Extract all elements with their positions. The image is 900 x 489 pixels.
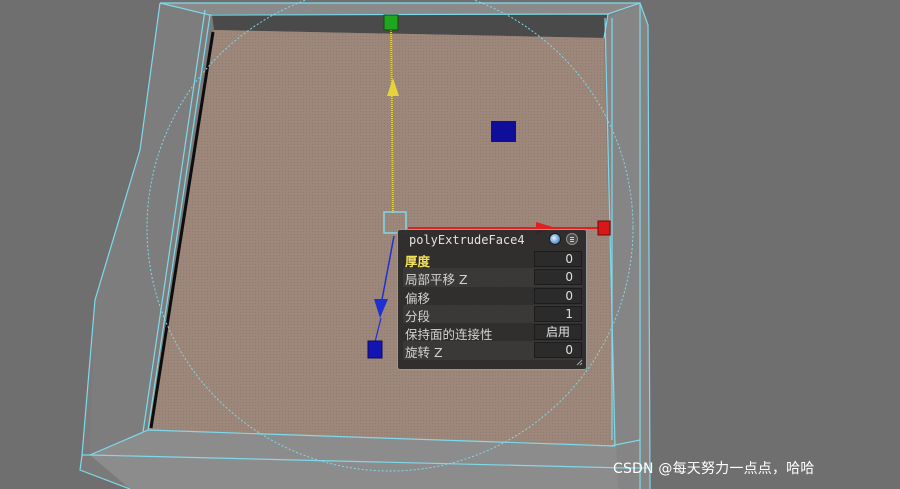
z-scale-handle[interactable] xyxy=(367,340,383,359)
attr-row-divisions[interactable]: 分段 1 xyxy=(403,304,582,324)
attr-row-rotate-z[interactable]: 旋转 Z 0 xyxy=(403,341,582,361)
attr-value-field[interactable]: 0 xyxy=(534,342,582,359)
attr-value-field[interactable]: 0 xyxy=(534,269,582,286)
attr-row-thickness[interactable]: 厚度 0 xyxy=(403,250,582,269)
in-view-editor-panel: polyExtrudeFace4 厚度 0 局部平移 Z 0 偏移 0 分段 1 xyxy=(397,229,587,370)
attr-row-local-translate-z[interactable]: 局部平移 Z 0 xyxy=(403,268,582,288)
panel-header: polyExtrudeFace4 xyxy=(398,230,586,249)
y-scale-handle[interactable] xyxy=(383,14,399,31)
node-toggle-icon[interactable] xyxy=(549,233,561,245)
watermark-text: CSDN @每天努力一点点，哈哈 xyxy=(613,461,815,477)
resize-grip-icon[interactable] xyxy=(576,359,583,366)
selected-face-marker xyxy=(491,121,516,142)
attr-row-offset[interactable]: 偏移 0 xyxy=(403,287,582,306)
attr-label: 偏移 xyxy=(405,290,431,306)
attr-label: 局部平移 Z xyxy=(405,272,468,288)
wall-top-rim xyxy=(160,3,640,14)
attr-label: 分段 xyxy=(405,308,431,324)
panel-menu-icon[interactable] xyxy=(566,233,578,245)
attr-value-field[interactable]: 0 xyxy=(534,251,582,267)
attr-label: 厚度 xyxy=(405,254,431,269)
x-scale-handle[interactable] xyxy=(597,220,611,236)
attr-value-field[interactable]: 1 xyxy=(534,305,582,322)
attr-row-keep-faces-together[interactable]: 保持面的连接性 启用 xyxy=(403,323,582,343)
attr-label: 保持面的连接性 xyxy=(405,327,493,343)
attr-label: 旋转 Z xyxy=(405,345,443,361)
attr-value-field[interactable]: 0 xyxy=(534,287,582,304)
attribute-list: 厚度 0 局部平移 Z 0 偏移 0 分段 1 保持面的连接性 启用 旋转 Z … xyxy=(403,250,582,360)
panel-title: polyExtrudeFace4 xyxy=(409,233,525,247)
attr-enum-field[interactable]: 启用 xyxy=(534,324,582,341)
